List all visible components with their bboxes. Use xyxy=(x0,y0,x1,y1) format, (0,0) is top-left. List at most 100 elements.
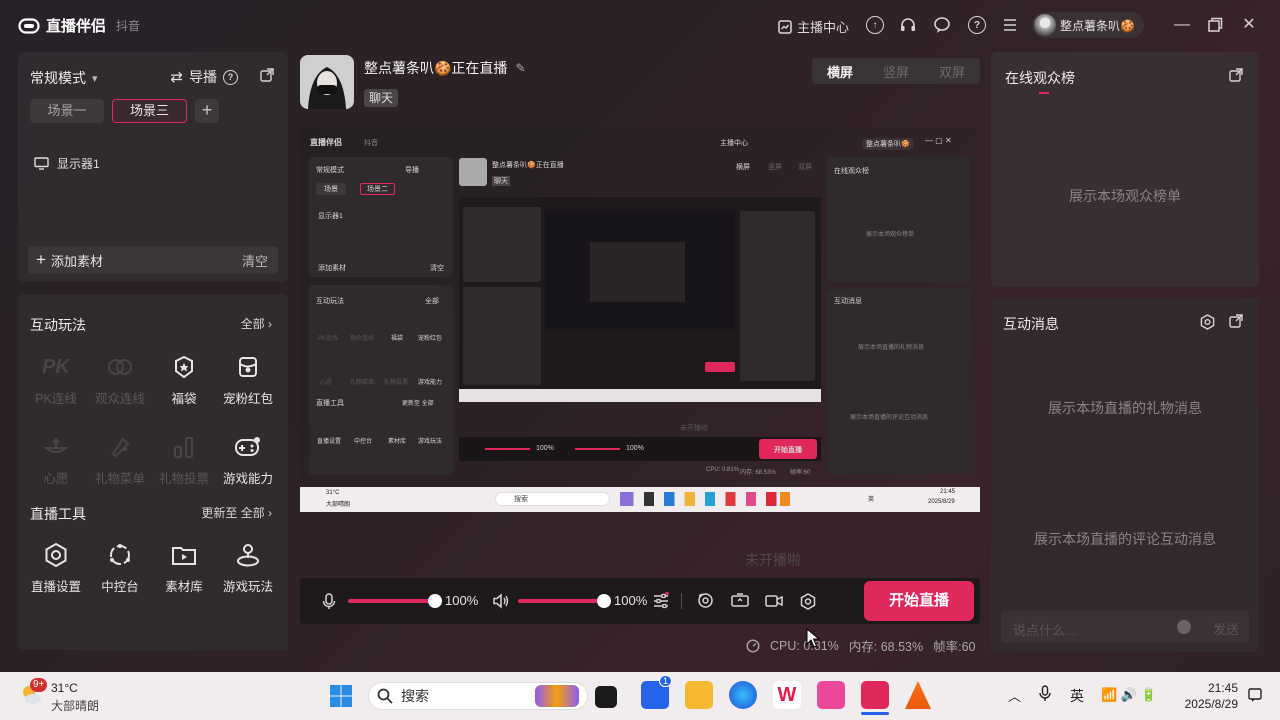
mic-volume-knob[interactable] xyxy=(428,594,442,608)
mode-label: 常规模式 xyxy=(30,70,86,86)
tools-panel: 互动玩法 全部 › PK PK连线 观众连线 福袋 宠粉红包 心愿 礼物菜单 礼… xyxy=(18,294,288,650)
notification-icon[interactable] xyxy=(1248,688,1262,703)
mic-volume-slider[interactable] xyxy=(348,599,436,603)
taskbar-search[interactable]: 搜索 xyxy=(368,682,588,710)
tray-expand-icon[interactable]: ︿ xyxy=(1008,686,1021,705)
red-packet-button[interactable]: 宠粉红包 xyxy=(216,352,280,407)
headset-icon[interactable] xyxy=(899,16,917,34)
minimize-icon[interactable]: — xyxy=(1172,15,1192,35)
emoji-icon[interactable] xyxy=(1177,620,1191,634)
send-button[interactable]: 发送 xyxy=(1213,619,1239,638)
orientation-portrait[interactable]: 竖屏 xyxy=(868,62,924,81)
speaker-volume-slider[interactable] xyxy=(518,599,606,603)
gift-menu-button[interactable]: 礼物菜单 xyxy=(88,432,152,487)
mixer-icon[interactable] xyxy=(653,592,669,609)
preview-vol: 100% xyxy=(536,445,554,452)
orientation-landscape[interactable]: 横屏 xyxy=(812,62,868,81)
comment-input[interactable]: 说点什么... xyxy=(1013,620,1076,639)
settings-icon[interactable] xyxy=(800,593,816,610)
preview-nested-panel xyxy=(463,207,541,282)
preview-scene2: 场景二 xyxy=(360,183,395,195)
comment-messages-empty: 展示本场直播的评论互动消息 xyxy=(1034,531,1216,547)
speaker-volume-value: 100% xyxy=(614,593,648,608)
tools-more-link[interactable]: 更新至 全部 › xyxy=(201,504,272,521)
source-item-display[interactable]: 显示器1 xyxy=(34,155,100,172)
menu-icon[interactable] xyxy=(1002,17,1018,33)
clear-button[interactable]: 清空 xyxy=(242,251,268,270)
wps-icon[interactable]: W xyxy=(773,681,801,709)
preview-weather-temp: 31°C xyxy=(326,490,340,496)
audience-link-icon xyxy=(88,352,152,382)
preview-interactive: 互动玩法 xyxy=(316,298,344,305)
anchor-center-button[interactable]: 主播中心 xyxy=(778,17,849,36)
game-ability-button[interactable]: 游戏能力 xyxy=(216,432,280,487)
close-icon[interactable]: ✕ xyxy=(1239,15,1259,35)
live-companion-icon[interactable] xyxy=(861,681,889,709)
store-badge: 1 xyxy=(659,675,673,687)
stream-preview[interactable]: 直播伴侣 抖音 主播中心 整点薯条叭🍪 — ▢ ✕ 常规模式 导播 场景 场景二… xyxy=(300,127,980,512)
add-scene-button[interactable]: + xyxy=(195,99,219,123)
gift-vote-button[interactable]: 礼物投票 xyxy=(152,432,216,487)
popout-icon[interactable] xyxy=(1229,314,1243,328)
pk-link-button[interactable]: PK PK连线 xyxy=(24,352,88,407)
windows-start-icon[interactable] xyxy=(329,684,353,708)
orientation-dual[interactable]: 双屏 xyxy=(924,62,980,81)
beauty-icon[interactable] xyxy=(697,592,714,609)
live-settings-button[interactable]: 直播设置 xyxy=(24,540,88,595)
username: 整点薯条叭🍪 xyxy=(1060,18,1135,33)
preview-vol: 100% xyxy=(626,445,644,452)
preview-item: 礼物投票 xyxy=(384,380,409,386)
preview-scene1: 场景 xyxy=(316,183,346,195)
material-library-button[interactable]: 素材库 xyxy=(152,540,216,595)
microphone-icon[interactable] xyxy=(322,593,336,610)
search-highlight-icon xyxy=(535,685,579,707)
scene-tab-3[interactable]: 场景三 xyxy=(112,99,187,123)
preview-ime: 英 xyxy=(868,497,875,503)
interactive-more-link[interactable]: 全部 › xyxy=(241,315,272,332)
audience-link-button[interactable]: 观众连线 xyxy=(88,352,152,407)
gamepad-icon xyxy=(216,432,280,462)
popout-icon[interactable] xyxy=(260,68,274,82)
user-profile-chip[interactable]: 整点薯条叭🍪 xyxy=(1032,12,1144,38)
wish-button[interactable]: 心愿 xyxy=(24,432,88,487)
camera-icon[interactable] xyxy=(765,594,783,608)
upload-icon[interactable]: ↑ xyxy=(866,16,884,34)
preview-logo: 直播伴侣 xyxy=(310,138,342,147)
bilibili-icon[interactable] xyxy=(817,681,845,709)
store-icon[interactable]: 1 xyxy=(641,675,673,709)
help-icon[interactable]: ? xyxy=(968,16,986,34)
weather-widget[interactable]: 9+ xyxy=(18,678,48,707)
restore-icon[interactable] xyxy=(1205,15,1225,35)
message-icon[interactable] xyxy=(933,16,951,34)
plus-icon: + xyxy=(36,250,46,269)
screen-share-icon[interactable] xyxy=(731,593,749,608)
mode-selector[interactable]: 常规模式 ▾ xyxy=(30,68,98,88)
popout-icon[interactable] xyxy=(1229,68,1243,82)
start-live-button[interactable]: 开始直播 xyxy=(864,581,974,621)
speaker-icon[interactable] xyxy=(492,593,509,609)
speaker-volume-knob[interactable] xyxy=(597,594,611,608)
settings-icon[interactable] xyxy=(1200,314,1215,330)
edit-icon[interactable]: ✎ xyxy=(515,61,525,75)
item-label: 直播设置 xyxy=(30,580,81,594)
taskbar-clock[interactable]: 21:45 2025/8/29 xyxy=(1180,680,1238,712)
guide-button[interactable]: ⇄ 导播 ? xyxy=(170,67,238,87)
game-play-button[interactable]: 游戏玩法 xyxy=(216,540,280,595)
mic-volume-value: 100% xyxy=(445,593,479,608)
task-view-icon[interactable] xyxy=(595,686,617,708)
preview-streamer: 整点薯条叭🍪正在直播 xyxy=(492,162,564,169)
streamer-avatar[interactable] xyxy=(300,55,354,109)
tray-network-status[interactable]: 📶 🔊 🔋 xyxy=(1101,687,1157,703)
lucky-bag-button[interactable]: 福袋 xyxy=(152,352,216,407)
ime-indicator[interactable]: 英 xyxy=(1070,686,1084,706)
tray-mic-icon[interactable] xyxy=(1039,685,1051,702)
edge-browser-icon[interactable] xyxy=(729,681,757,709)
file-explorer-icon[interactable] xyxy=(685,681,713,709)
category-tag[interactable]: 聊天 xyxy=(364,89,399,107)
item-label: 游戏玩法 xyxy=(222,580,273,594)
console-button[interactable]: 中控台 xyxy=(88,540,152,595)
add-material-button[interactable]: + 添加素材 xyxy=(36,250,103,270)
not-started-hint: 未开播啦 xyxy=(745,552,801,568)
preview-mode: 常规模式 xyxy=(316,167,344,174)
scene-tab-1[interactable]: 场景一 xyxy=(30,99,104,123)
